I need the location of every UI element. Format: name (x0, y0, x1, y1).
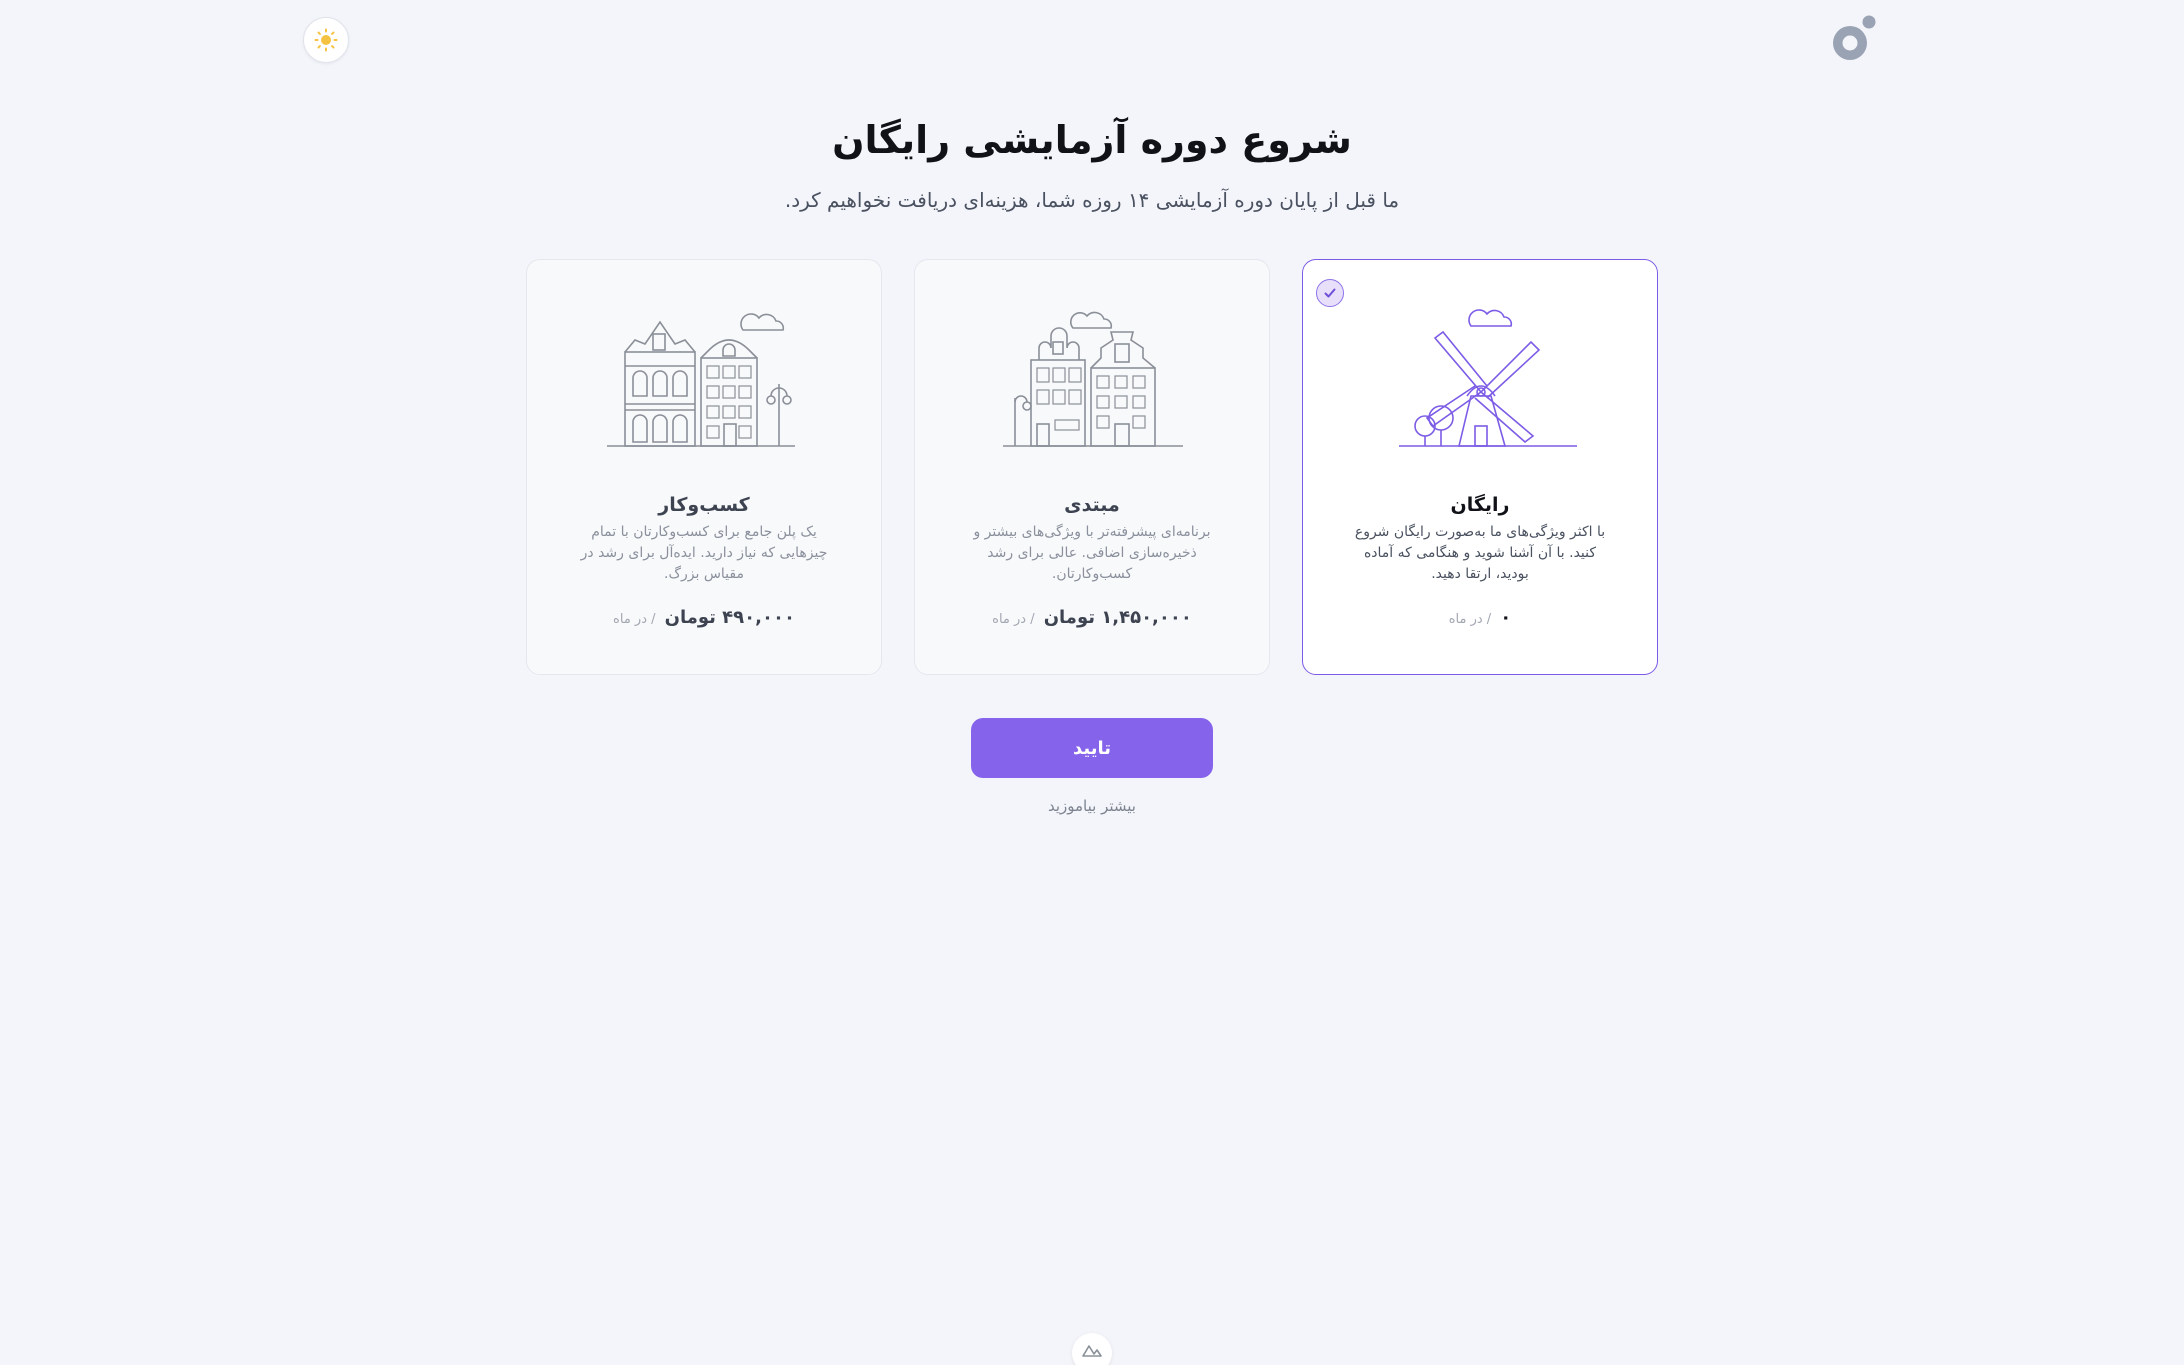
plan-price: ۰ / در ماه (1303, 607, 1657, 628)
townhouses-illustration (527, 300, 883, 450)
plan-card-basic[interactable]: مبتدی برنامه‌ای پیشرفته‌تر با ویژگی‌های … (914, 259, 1270, 675)
learn-more-link[interactable]: بیشتر بیاموزید (0, 797, 2184, 815)
price-amount: ۱,۴۵۰,۰۰۰ تومان (1043, 607, 1192, 628)
price-period: / در ماه (1448, 612, 1492, 627)
plan-price: ۴۹۰,۰۰۰ تومان / در ماه (527, 607, 881, 628)
houses-illustration (915, 300, 1271, 450)
plan-name: کسب‌وکار (658, 494, 750, 516)
windmill-illustration (1303, 300, 1659, 450)
plan-description: با اکثر ویژگی‌های ما به‌صورت رایگان شروع… (1354, 524, 1606, 582)
price-period: / در ماه (992, 612, 1035, 627)
page: شروع دوره آزمایشی رایگان ما قبل از پایان… (0, 0, 2184, 1365)
plan-description: برنامه‌ای پیشرفته‌تر با ویژگی‌های بیشتر … (973, 524, 1211, 582)
nuxt-icon (1082, 1345, 1102, 1357)
confirm-button[interactable]: تایید (971, 718, 1213, 778)
plan-card-business[interactable]: کسب‌وکار یک پلن جامع برای کسب‌وکارتان با… (526, 259, 882, 675)
theme-toggle-button[interactable] (303, 17, 349, 63)
brand-logo-icon[interactable] (1828, 14, 1880, 66)
plan-price: ۱,۴۵۰,۰۰۰ تومان / در ماه (915, 607, 1269, 628)
plan-description: یک پلن جامع برای کسب‌وکارتان با تمام چیز… (580, 524, 828, 582)
sun-icon (314, 28, 338, 52)
plan-name: رایگان (1450, 494, 1510, 516)
price-amount: ۰ (1500, 607, 1512, 628)
plan-cards: کسب‌وکار یک پلن جامع برای کسب‌وکارتان با… (526, 259, 1659, 677)
price-period: / در ماه (613, 612, 656, 627)
plan-name: مبتدی (1064, 494, 1120, 516)
page-subtitle: ما قبل از پایان دوره آزمایشی ۱۴ روزه شما… (784, 188, 1400, 212)
plan-card-free[interactable]: رایگان با اکثر ویژگی‌های ما به‌صورت رایگ… (1302, 259, 1658, 675)
price-amount: ۴۹۰,۰۰۰ تومان (664, 607, 795, 628)
page-title: شروع دوره آزمایشی رایگان (832, 118, 1352, 162)
nuxt-devtools-button[interactable] (1072, 1333, 1112, 1365)
